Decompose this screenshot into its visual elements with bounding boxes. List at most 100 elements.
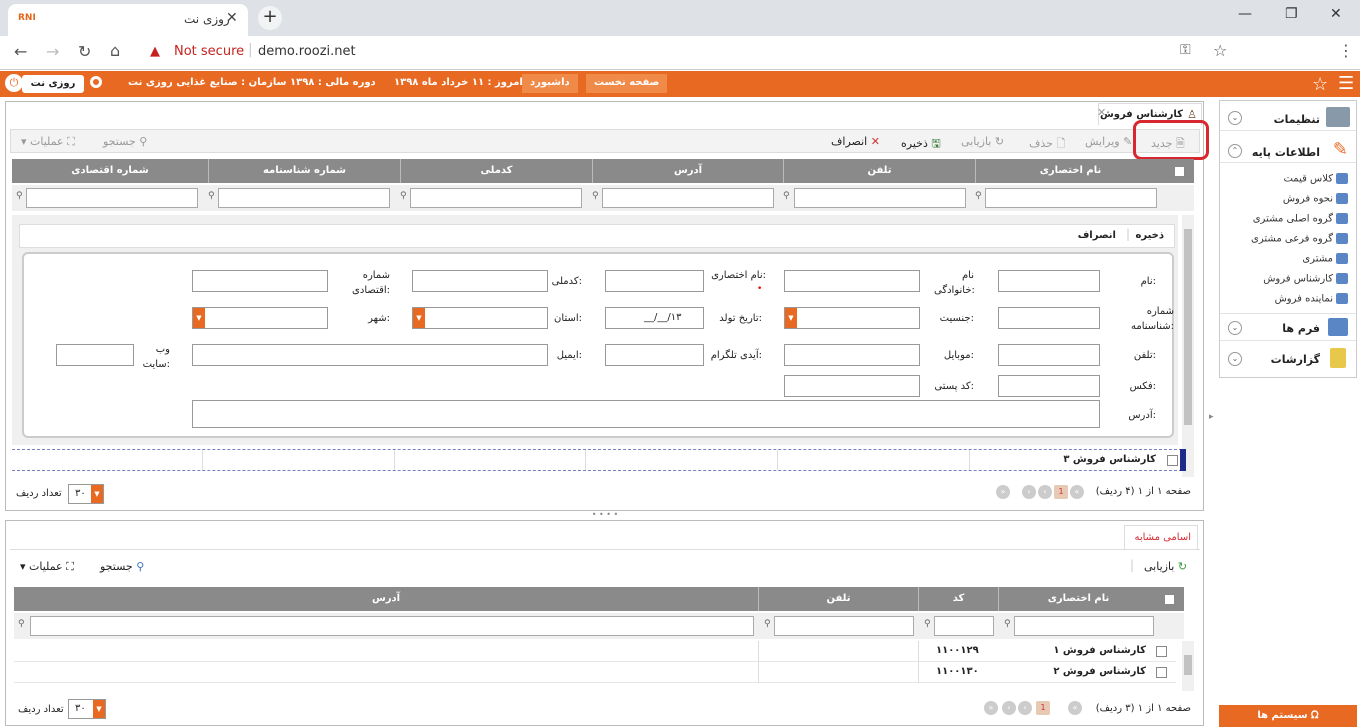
sidebar-item-forms[interactable]: ⌄ فرم ها	[1220, 313, 1356, 341]
new-tab-button[interactable]: +	[258, 6, 282, 30]
sidebar-item-sub-customer-group[interactable]: گروه فرعی مشتری	[1251, 233, 1348, 245]
col-short-name[interactable]: نام اختصاری	[975, 159, 1165, 183]
scrollbar-thumb[interactable]	[1184, 229, 1192, 425]
maximize-icon[interactable]: ❐	[1285, 6, 1298, 22]
input-address[interactable]	[192, 400, 1100, 428]
input-postal-code[interactable]	[784, 375, 920, 397]
url-field[interactable]: demo.roozi.net	[258, 44, 356, 59]
col-economic-number[interactable]: شماره اقتصادی	[12, 159, 208, 183]
save-button[interactable]: ذخیره 🖫	[901, 135, 941, 154]
filter-short-name[interactable]	[985, 188, 1157, 208]
first-page-icon[interactable]: «	[1070, 485, 1084, 499]
filter-icon[interactable]: ⚲	[924, 619, 931, 629]
filter-national-code[interactable]	[410, 188, 582, 208]
filter-icon[interactable]: ⚲	[975, 191, 982, 201]
restore-button[interactable]: بازیابی ↻	[961, 135, 1004, 148]
first-page-icon[interactable]: «	[1068, 701, 1082, 715]
last-page-icon[interactable]: »	[984, 701, 998, 715]
input-economic-number[interactable]	[192, 270, 328, 292]
tab-similar-names[interactable]: اسامی مشابه	[1124, 525, 1198, 549]
input-lastname[interactable]	[784, 270, 920, 292]
select-all-checkbox[interactable]	[1164, 594, 1175, 605]
forward-icon[interactable]: →	[46, 42, 59, 61]
row-checkbox[interactable]	[1167, 455, 1178, 466]
search-button[interactable]: جستجو ⚲	[100, 560, 144, 573]
col-phone[interactable]: تلفن	[758, 587, 918, 611]
col-address[interactable]: آدرس	[592, 159, 783, 183]
table-row[interactable]: کارشناس فروش ۲ ۱۱۰۰۱۳۰	[14, 662, 1176, 683]
filter-icon[interactable]: ⚲	[400, 191, 407, 201]
menu-dots-icon[interactable]: ⋮	[1338, 41, 1354, 60]
scrollbar-thumb[interactable]	[1184, 655, 1192, 675]
sidebar-item-base-info[interactable]: ⌃ اطلاعات پایه ✎	[1220, 137, 1356, 163]
filter-phone[interactable]	[774, 616, 914, 636]
cancel-button[interactable]: انصراف ✕	[831, 135, 880, 148]
splitter-handle[interactable]: • • • •	[588, 511, 622, 519]
browser-tab[interactable]: RNI روزی نت ✕	[8, 4, 248, 36]
filter-address[interactable]	[602, 188, 774, 208]
sidebar-item-customer[interactable]: مشتری	[1302, 253, 1348, 265]
filter-icon[interactable]: ⚲	[764, 619, 771, 629]
select-all-checkbox[interactable]	[1174, 166, 1185, 177]
systems-button[interactable]: سیستم ها ᘯ	[1219, 705, 1357, 727]
filter-icon[interactable]: ⚲	[16, 191, 23, 201]
row-checkbox[interactable]	[1156, 646, 1167, 657]
col-national-code[interactable]: کدملی	[400, 159, 592, 183]
form-cancel-button[interactable]: انصراف	[1078, 230, 1116, 241]
filter-icon[interactable]: ⚲	[208, 191, 215, 201]
filter-phone[interactable]	[794, 188, 966, 208]
tab-close-icon[interactable]: ✕	[226, 10, 238, 26]
back-icon[interactable]: ←	[14, 42, 27, 61]
input-website[interactable]	[56, 344, 134, 366]
last-page-icon[interactable]: »	[996, 485, 1010, 499]
filter-id-number[interactable]	[218, 188, 390, 208]
input-mobile[interactable]	[784, 344, 920, 366]
form-save-button[interactable]: ذخیره	[1135, 230, 1164, 241]
home-page-button[interactable]: صفحه نخست	[586, 74, 668, 93]
filter-address[interactable]	[30, 616, 754, 636]
collapse-handle-icon[interactable]: ▸	[1209, 412, 1214, 422]
sidebar-item-reports[interactable]: ⌄ گزارشات	[1220, 345, 1356, 373]
sidebar-item-sales-expert[interactable]: کارشناس فروش	[1263, 273, 1348, 285]
col-phone[interactable]: تلفن	[783, 159, 975, 183]
current-page[interactable]: 1	[1036, 701, 1050, 715]
minimize-icon[interactable]: —	[1238, 6, 1252, 22]
bookmark-star-icon[interactable]: ☆	[1213, 41, 1227, 60]
key-icon[interactable]: ⚿	[1180, 42, 1191, 58]
rows-per-page-select[interactable]: ۳۰ ▼	[68, 699, 106, 719]
dashboard-button[interactable]: داشبورد	[522, 74, 578, 93]
filter-icon[interactable]: ⚲	[592, 191, 599, 201]
input-phone[interactable]	[998, 344, 1100, 366]
select-province[interactable]: ▼	[412, 307, 548, 329]
col-code[interactable]: کد	[918, 587, 998, 611]
sidebar-item-sale-method[interactable]: نحوه فروش	[1283, 193, 1348, 205]
select-gender[interactable]: ▼	[784, 307, 920, 329]
prev-page-icon[interactable]: ‹	[1018, 701, 1032, 715]
input-name[interactable]	[998, 270, 1100, 292]
filter-icon[interactable]: ⚲	[1004, 619, 1011, 629]
prev-page-icon[interactable]: ‹	[1038, 485, 1052, 499]
next-page-icon[interactable]: ›	[1022, 485, 1036, 499]
restore-button[interactable]: بازیابی ↻	[1144, 560, 1187, 573]
sidebar-item-sales-agent[interactable]: نماینده فروش	[1275, 293, 1348, 305]
input-telegram[interactable]	[605, 344, 704, 366]
search-button[interactable]: جستجو ⚲	[103, 135, 147, 148]
filter-short-name[interactable]	[1014, 616, 1154, 636]
close-window-icon[interactable]: ✕	[1330, 6, 1342, 22]
reload-icon[interactable]: ↻	[78, 42, 91, 61]
row-checkbox[interactable]	[1156, 667, 1167, 678]
power-icon[interactable]: ⏻	[5, 74, 23, 92]
input-fax[interactable]	[998, 375, 1100, 397]
operations-menu[interactable]: ▾ عملیات ⛶	[21, 135, 75, 149]
input-email[interactable]	[192, 344, 548, 366]
input-short-name[interactable]	[605, 270, 704, 292]
not-secure-label[interactable]: Not secure	[174, 44, 244, 59]
table-row[interactable]: کارشناس فروش ۱ ۱۱۰۰۱۲۹	[14, 641, 1176, 662]
sidebar-item-price-class[interactable]: کلاس قیمت	[1283, 173, 1348, 185]
select-city[interactable]: ▼	[192, 307, 328, 329]
col-address[interactable]: آدرس	[14, 587, 758, 611]
hamburger-menu-icon[interactable]: ☰	[1338, 73, 1354, 94]
filter-economic-number[interactable]	[26, 188, 198, 208]
col-short-name[interactable]: نام اختصاری	[998, 587, 1158, 611]
table-row[interactable]: کارشناس فروش ۳	[12, 449, 1182, 471]
